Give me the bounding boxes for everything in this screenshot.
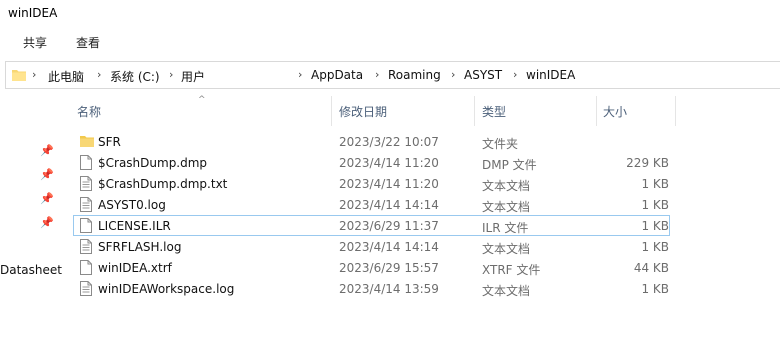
window-title: winIDEA — [8, 6, 58, 20]
file-type: 文件夹 — [482, 137, 519, 151]
file-row[interactable]: $CrashDump.dmp.txt 2023/4/14 11:20 文本文档 … — [73, 173, 670, 194]
column-header-type[interactable]: 类型 — [474, 96, 596, 126]
folder-icon — [80, 136, 94, 147]
file-name: $CrashDump.dmp — [98, 156, 208, 170]
file-date: 2023/3/22 10:07 — [339, 135, 439, 149]
breadcrumb-separator[interactable]: › — [513, 68, 517, 81]
tab-share[interactable]: 共享 — [23, 34, 47, 51]
file-date: 2023/4/14 11:20 — [339, 177, 439, 191]
file-icon — [80, 260, 92, 275]
file-type: 文本文档 — [482, 242, 531, 256]
file-date: 2023/4/14 14:14 — [339, 240, 439, 254]
address-bar[interactable]: › 此电脑 › 系统 (C:) › 用户 › AppData › Roaming… — [5, 61, 780, 89]
file-date: 2023/6/29 11:37 — [339, 219, 439, 233]
file-date: 2023/4/14 13:59 — [339, 282, 439, 296]
file-date: 2023/4/14 11:20 — [339, 156, 439, 170]
file-row[interactable]: SFR 2023/3/22 10:07 文件夹 — [73, 131, 670, 152]
file-size: 1 KB — [641, 177, 669, 191]
breadcrumb-roaming[interactable]: Roaming — [388, 68, 441, 82]
pin-icon: 📌 — [40, 168, 54, 181]
column-header-date[interactable]: 修改日期 — [331, 96, 473, 126]
file-type: XTRF 文件 — [482, 263, 541, 277]
file-name: LICENSE.ILR — [98, 219, 171, 233]
file-name: ASYST0.log — [98, 198, 166, 212]
text-file-icon — [80, 176, 92, 191]
file-date: 2023/4/14 14:14 — [339, 198, 439, 212]
navigation-pane: 📌 📌 📌 📌 — [0, 92, 60, 342]
breadcrumb-winidea[interactable]: winIDEA — [526, 68, 575, 82]
breadcrumb-separator[interactable]: › — [32, 68, 36, 81]
file-row[interactable]: ASYST0.log 2023/4/14 14:14 文本文档 1 KB — [73, 194, 670, 215]
nav-item-datasheet[interactable]: Datasheet — [0, 263, 62, 277]
file-size: 1 KB — [641, 198, 669, 212]
file-icon — [80, 218, 92, 233]
pin-icon: 📌 — [40, 192, 54, 205]
file-type: DMP 文件 — [482, 158, 537, 172]
breadcrumb-this-pc[interactable]: 此电脑 — [48, 68, 84, 85]
file-name: SFRFLASH.log — [98, 240, 182, 254]
tab-view[interactable]: 查看 — [76, 34, 100, 51]
file-row[interactable]: $CrashDump.dmp 2023/4/14 11:20 DMP 文件 22… — [73, 152, 670, 173]
breadcrumb-separator[interactable]: › — [451, 68, 455, 81]
column-header-name[interactable]: 名称 — [77, 96, 330, 126]
breadcrumb-asyst[interactable]: ASYST — [464, 68, 502, 82]
file-type: 文本文档 — [482, 284, 531, 298]
file-name: $CrashDump.dmp.txt — [98, 177, 228, 191]
text-file-icon — [80, 239, 92, 254]
breadcrumb-separator[interactable]: › — [298, 68, 302, 81]
breadcrumb-separator[interactable]: › — [97, 68, 101, 81]
breadcrumb-separator[interactable]: › — [169, 68, 173, 81]
text-file-icon — [80, 197, 92, 212]
column-header-size[interactable]: 大小 — [596, 96, 676, 126]
title-bar: winIDEA — [0, 0, 780, 28]
breadcrumb-users[interactable]: 用户 — [181, 68, 205, 85]
file-type: 文本文档 — [482, 179, 531, 193]
file-type: ILR 文件 — [482, 221, 529, 235]
breadcrumb-system-c[interactable]: 系统 (C:) — [110, 68, 160, 85]
file-row[interactable]: winIDEAWorkspace.log 2023/4/14 13:59 文本文… — [73, 278, 670, 299]
file-name: SFR — [98, 135, 121, 149]
file-row[interactable]: SFRFLASH.log 2023/4/14 14:14 文本文档 1 KB — [73, 236, 670, 257]
file-date: 2023/6/29 15:57 — [339, 261, 439, 275]
breadcrumb-separator[interactable]: › — [375, 68, 379, 81]
file-row[interactable]: winIDEA.xtrf 2023/6/29 15:57 XTRF 文件 44 … — [73, 257, 670, 278]
file-size: 44 KB — [633, 261, 669, 275]
file-icon — [80, 155, 92, 170]
folder-icon — [12, 70, 26, 81]
file-size: 1 KB — [641, 240, 669, 254]
pin-icon: 📌 — [40, 216, 54, 229]
file-size: 1 KB — [641, 282, 669, 296]
file-row-selected[interactable]: LICENSE.ILR 2023/6/29 11:37 ILR 文件 1 KB — [73, 215, 670, 236]
file-type: 文本文档 — [482, 200, 531, 214]
file-name: winIDEAWorkspace.log — [98, 282, 235, 296]
file-name: winIDEA.xtrf — [98, 261, 172, 275]
file-size: 1 KB — [641, 219, 669, 233]
pin-icon: 📌 — [40, 144, 54, 157]
column-header-row: ^ 名称 修改日期 类型 大小 — [60, 95, 780, 126]
text-file-icon — [80, 281, 92, 296]
breadcrumb-appdata[interactable]: AppData — [311, 68, 363, 82]
ribbon: 共享 查看 — [0, 28, 780, 56]
file-size: 229 KB — [626, 156, 669, 170]
